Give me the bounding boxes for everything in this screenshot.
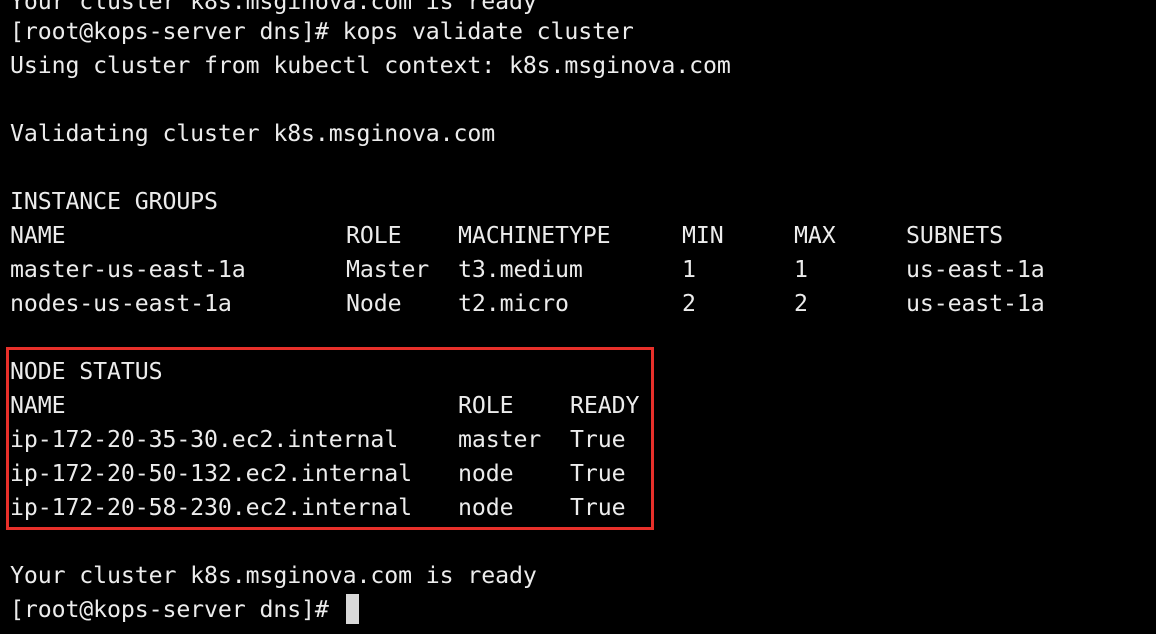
- node-row: ip-172-20-58-230.ec2.internal node True: [10, 491, 710, 525]
- node-status-heading: NODE STATUS: [10, 358, 163, 385]
- header-name: NAME: [10, 392, 66, 419]
- ig-role: Node: [346, 290, 402, 317]
- node-role: node: [458, 460, 514, 487]
- header-subnets: SUBNETS: [906, 222, 1004, 249]
- ig-max: 2: [794, 290, 808, 317]
- header-max: MAX: [794, 222, 836, 249]
- validating-line: Validating cluster k8s.msginova.com: [10, 120, 496, 147]
- header-role: ROLE: [458, 392, 514, 419]
- instance-groups-header-row: NAME ROLE MACHINETYPE MIN MAX SUBNETS: [10, 219, 1110, 253]
- ig-subnets: us-east-1a: [906, 290, 1045, 317]
- shell-prompt[interactable]: [root@kops-server dns]#: [10, 593, 343, 627]
- ig-machinetype: t3.medium: [458, 256, 583, 283]
- context-line: Using cluster from kubectl context: k8s.…: [10, 52, 731, 79]
- ig-min: 2: [682, 290, 696, 317]
- node-role: master: [458, 426, 542, 453]
- node-row: ip-172-20-50-132.ec2.internal node True: [10, 457, 710, 491]
- ig-subnets: us-east-1a: [906, 256, 1045, 283]
- node-name: ip-172-20-50-132.ec2.internal: [10, 460, 412, 487]
- ig-role: Master: [346, 256, 430, 283]
- node-status-header-row: NAME ROLE READY: [10, 389, 710, 423]
- text-cursor: [346, 594, 359, 624]
- instance-groups-heading: INSTANCE GROUPS: [10, 188, 218, 215]
- terminal-window[interactable]: Your cluster k8s.msginova.com is ready […: [0, 0, 1156, 634]
- command-line: [root@kops-server dns]# kops validate cl…: [10, 18, 634, 45]
- ig-name: nodes-us-east-1a: [10, 290, 232, 317]
- instance-group-row: nodes-us-east-1a Node t2.micro 2 2 us-ea…: [10, 287, 1110, 321]
- node-name: ip-172-20-35-30.ec2.internal: [10, 426, 399, 453]
- instance-group-row: master-us-east-1a Master t3.medium 1 1 u…: [10, 253, 1110, 287]
- node-name: ip-172-20-58-230.ec2.internal: [10, 494, 412, 521]
- ig-name: master-us-east-1a: [10, 256, 246, 283]
- ig-max: 1: [794, 256, 808, 283]
- header-name: NAME: [10, 222, 66, 249]
- ig-machinetype: t2.micro: [458, 290, 569, 317]
- cluster-ready-line: Your cluster k8s.msginova.com is ready: [10, 562, 537, 589]
- node-ready: True: [570, 460, 626, 487]
- node-row: ip-172-20-35-30.ec2.internal master True: [10, 423, 710, 457]
- header-machinetype: MACHINETYPE: [458, 222, 611, 249]
- node-ready: True: [570, 426, 626, 453]
- ig-min: 1: [682, 256, 696, 283]
- node-ready: True: [570, 494, 626, 521]
- node-role: node: [458, 494, 514, 521]
- header-role: ROLE: [346, 222, 402, 249]
- header-ready: READY: [570, 392, 640, 419]
- header-min: MIN: [682, 222, 724, 249]
